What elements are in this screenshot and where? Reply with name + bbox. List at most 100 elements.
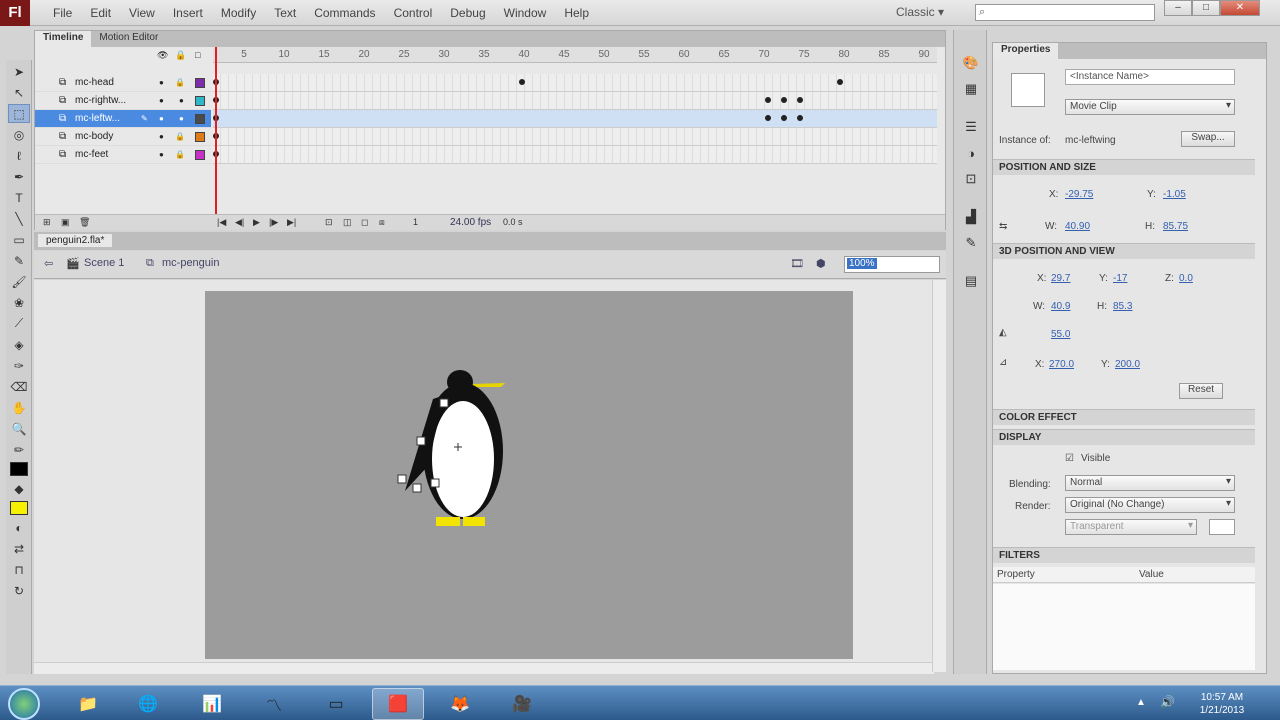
layer-name[interactable]: mc-leftw... [75, 113, 120, 124]
delete-layer-icon[interactable]: 🗑 [79, 217, 90, 228]
first-frame-icon[interactable]: |◀ [217, 217, 226, 228]
keyframe[interactable] [781, 97, 787, 103]
lock-all-icon[interactable]: 🔒 [175, 50, 186, 61]
symbol-type-select[interactable]: Movie Clip [1065, 99, 1235, 115]
section-filters[interactable]: FILTERS [993, 547, 1255, 563]
firefox-taskbar-icon[interactable]: 🦊 [434, 688, 486, 720]
transform-handle[interactable] [412, 483, 422, 493]
selection-tool-icon[interactable]: ➤ [8, 62, 30, 81]
layer-row[interactable]: ⧉ mc-leftw... ✎ ● ● [35, 110, 211, 128]
layer-color-swatch[interactable] [195, 149, 205, 160]
play-icon[interactable]: ▶ [253, 217, 260, 228]
keyframe[interactable] [797, 115, 803, 121]
eyedropper-tool-icon[interactable]: ✑ [8, 356, 30, 375]
stroke-color-swatch[interactable] [10, 462, 28, 476]
w3d-value[interactable]: 40.9 [1051, 301, 1070, 312]
layer-color-swatch[interactable] [195, 95, 205, 106]
section-display[interactable]: DISPLAY [993, 429, 1255, 445]
tab-motion-editor[interactable]: Motion Editor [91, 31, 166, 47]
layer-color-swatch[interactable] [195, 77, 205, 88]
keyframe[interactable] [781, 115, 787, 121]
swatches-panel-icon[interactable]: ▦ [959, 78, 983, 100]
zoom-tool-icon[interactable]: 🔍 [8, 419, 30, 438]
center-frame-icon[interactable]: ⊡ [325, 217, 333, 228]
keyframe[interactable] [765, 115, 771, 121]
code-snippets-icon[interactable]: ✎ [959, 232, 983, 254]
keyframe[interactable] [519, 79, 525, 85]
w-value[interactable]: 40.90 [1065, 221, 1090, 232]
help-search-input[interactable]: ⌕ [975, 4, 1155, 21]
transform-handle[interactable] [397, 474, 407, 484]
h3d-value[interactable]: 85.3 [1113, 301, 1132, 312]
layer-name[interactable]: mc-head [75, 77, 114, 88]
maximize-button[interactable]: □ [1192, 0, 1220, 16]
onion-outlines-icon[interactable]: ◻ [361, 217, 368, 228]
breadcrumb-scene[interactable]: Scene 1 [84, 257, 124, 269]
link-icon[interactable]: ⇆ [999, 221, 1007, 232]
swap-button[interactable]: Swap... [1181, 131, 1235, 147]
playhead[interactable] [215, 47, 217, 229]
hand-tool-icon[interactable]: ✋ [8, 398, 30, 417]
tab-timeline[interactable]: Timeline [35, 31, 92, 47]
layer-row[interactable]: ⧉ mc-rightw... ● ● [35, 92, 211, 110]
layer-color-swatch[interactable] [195, 131, 205, 142]
blending-select[interactable]: Normal [1065, 475, 1235, 491]
bone-tool-icon[interactable]: ⟋ [8, 314, 30, 333]
penguin-beak[interactable] [473, 383, 505, 387]
menu-debug[interactable]: Debug [441, 6, 494, 20]
frame-row[interactable] [213, 110, 937, 128]
menu-help[interactable]: Help [555, 6, 598, 20]
vx-value[interactable]: 270.0 [1049, 359, 1074, 370]
vy-value[interactable]: 200.0 [1115, 359, 1140, 370]
back-arrow-icon[interactable]: ⇦ [44, 257, 53, 270]
document-tab[interactable]: penguin2.fla* [38, 234, 113, 247]
close-button[interactable]: ✕ [1220, 0, 1260, 16]
menu-modify[interactable]: Modify [212, 6, 265, 20]
menu-window[interactable]: Window [495, 6, 556, 20]
lock-icon[interactable]: 🔒 [175, 132, 185, 141]
smooth-icon[interactable]: ↻ [8, 581, 30, 600]
visibility-dot[interactable]: ● [159, 132, 164, 141]
menu-control[interactable]: Control [385, 6, 442, 20]
recorder-taskbar-icon[interactable]: 🎥 [496, 688, 548, 720]
frame-row[interactable] [213, 146, 937, 164]
x3d-value[interactable]: 29.7 [1051, 273, 1070, 284]
penguin-artwork[interactable] [205, 291, 853, 659]
new-folder-icon[interactable]: ▣ [61, 217, 70, 228]
internet-explorer-taskbar-icon[interactable]: 🌐 [122, 688, 174, 720]
edit-multiple-frames-icon[interactable]: ⧈ [379, 217, 385, 228]
pencil-tool-icon[interactable]: ✎ [8, 251, 30, 270]
breadcrumb-symbol[interactable]: mc-penguin [162, 257, 219, 269]
explorer-taskbar-icon[interactable]: 📁 [62, 688, 114, 720]
layer-color-swatch[interactable] [195, 113, 205, 124]
excel-taskbar-icon[interactable]: 📊 [186, 688, 238, 720]
h-value[interactable]: 85.75 [1163, 221, 1188, 232]
render-select[interactable]: Original (No Change) [1065, 497, 1235, 513]
penguin-left-foot[interactable] [436, 517, 460, 526]
onion-skin-icon[interactable]: ◫ [343, 217, 352, 228]
layer-name[interactable]: mc-feet [75, 149, 108, 160]
show-hide-all-icon[interactable]: 👁 [157, 50, 168, 61]
subselection-tool-icon[interactable]: ↖ [8, 83, 30, 102]
flash-taskbar-icon[interactable]: 🟥 [372, 688, 424, 720]
section-position-size[interactable]: POSITION AND SIZE [993, 159, 1255, 175]
volume-icon[interactable]: 🔊 [1160, 695, 1175, 709]
frame-ruler[interactable]: 5 10 15 20 25 30 35 40 45 50 55 60 65 70… [213, 47, 937, 63]
minimize-button[interactable]: – [1164, 0, 1192, 16]
library-panel-icon[interactable]: ▤ [959, 270, 983, 292]
line-tool-icon[interactable]: ╲ [8, 209, 30, 228]
visibility-dot[interactable]: ● [159, 114, 164, 123]
layer-row[interactable]: ⧉ mc-feet ● 🔒 [35, 146, 211, 164]
fill-color-swatch[interactable] [10, 501, 28, 515]
z3d-value[interactable]: 0.0 [1179, 273, 1193, 284]
vertical-scrollbar[interactable] [932, 280, 946, 672]
layer-row[interactable]: ⧉ mc-head ● 🔒 [35, 74, 211, 92]
workspace-switcher[interactable]: Classic ▾ [896, 5, 944, 19]
fov-value[interactable]: 55.0 [1051, 329, 1070, 340]
frame-row[interactable] [213, 128, 937, 146]
penguin-right-foot[interactable] [463, 517, 485, 526]
reset-button[interactable]: Reset [1179, 383, 1223, 399]
rectangle-tool-icon[interactable]: ▭ [8, 230, 30, 249]
edit-symbols-icon[interactable]: ⬢ [816, 257, 826, 270]
menu-text[interactable]: Text [265, 6, 305, 20]
